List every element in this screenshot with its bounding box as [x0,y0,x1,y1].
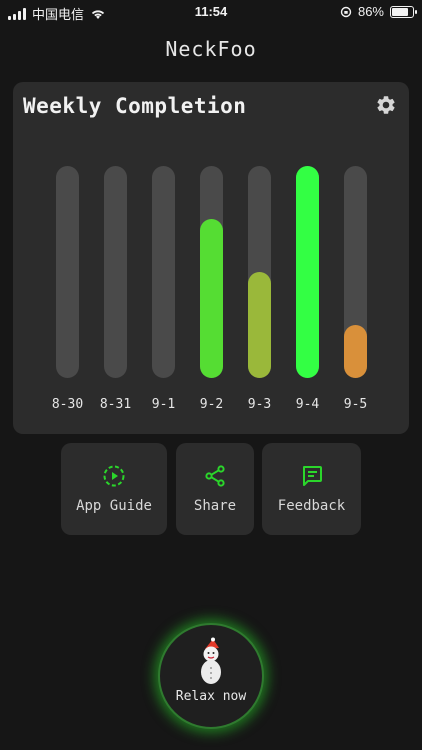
relax-now-button[interactable]: Relax now [158,623,264,729]
share-label: Share [193,498,237,514]
tick-label: 9-2 [200,397,223,412]
feedback-label: Feedback [277,498,346,514]
app-guide-button[interactable]: App Guide [61,443,167,535]
weekly-completion-card: 8-30 8-31 9-1 9-2 9-3 9-4 9-5 Weekly Completio… [13,82,409,434]
battery-icon [390,5,417,18]
relax-now-label: Relax now [175,689,247,704]
bar-track [104,166,127,378]
bar-9-5 [344,325,367,378]
share-icon [205,465,225,487]
feedback-button[interactable]: Feedback [262,443,361,535]
app-title: NeckFoo [165,37,257,61]
card-title: Weekly Completion [23,94,247,118]
tick-label: 9-5 [344,397,367,412]
share-button[interactable]: Share [176,443,254,535]
tick-label: 9-4 [296,397,320,412]
bar-9-3 [248,272,271,378]
snowman-mascot-icon [201,637,221,684]
weekly-completion-chart: 8-30 8-31 9-1 9-2 9-3 9-4 9-5 [52,166,367,412]
bar-track [56,166,79,378]
status-right: 86% [340,4,417,19]
status-bar: 中国电信 11:54 86% [0,0,422,24]
rotation-lock-icon [340,6,352,17]
settings-gear-icon[interactable] [375,94,397,116]
bar-9-4 [296,166,319,378]
tick-label: 8-30 [52,397,83,412]
tick-label: 8-31 [100,397,131,412]
message-icon [302,466,322,486]
app-guide-label: App Guide [76,498,152,514]
tick-label: 9-3 [248,397,271,412]
play-circle-icon [103,465,125,487]
battery-percent: 86% [357,4,384,19]
bar-9-2 [200,219,223,378]
tick-label: 9-1 [152,397,175,412]
bar-track [152,166,175,378]
